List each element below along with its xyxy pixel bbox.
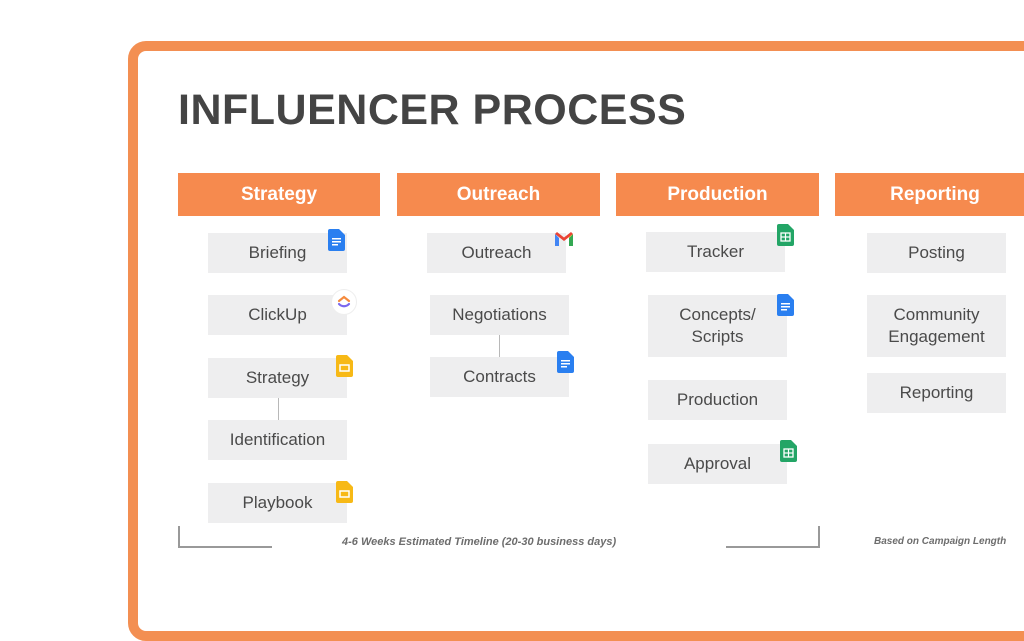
- google-slides-icon: [336, 481, 353, 503]
- step-strategy: Strategy: [208, 358, 347, 398]
- google-docs-icon: [557, 351, 574, 373]
- timeline-note: 4-6 Weeks Estimated Timeline (20-30 busi…: [342, 536, 617, 548]
- timeline-bracket-left: [178, 526, 272, 548]
- column-header-reporting: Reporting: [835, 173, 1024, 216]
- step-contracts: Contracts: [430, 357, 569, 397]
- step-posting: Posting: [867, 233, 1006, 273]
- step-community-engagement: Community Engagement: [867, 295, 1006, 357]
- step-tracker: Tracker: [646, 232, 785, 272]
- connector-line: [499, 335, 500, 357]
- google-sheets-icon: [777, 224, 794, 246]
- column-header-strategy: Strategy: [178, 173, 380, 216]
- connector-line: [278, 398, 279, 420]
- reporting-note: Based on Campaign Length: [874, 536, 1007, 547]
- timeline-bracket-right: [726, 526, 820, 548]
- step-reporting: Reporting: [867, 373, 1006, 413]
- page-title: INFLUENCER PROCESS: [178, 86, 687, 134]
- step-playbook: Playbook: [208, 483, 347, 523]
- google-slides-icon: [336, 355, 353, 377]
- step-briefing: Briefing: [208, 233, 347, 273]
- step-approval: Approval: [648, 444, 787, 484]
- gmail-icon: [555, 232, 573, 246]
- step-outreach: Outreach: [427, 233, 566, 273]
- step-negotiations: Negotiations: [430, 295, 569, 335]
- step-production: Production: [648, 380, 787, 420]
- column-header-outreach: Outreach: [397, 173, 600, 216]
- google-docs-icon: [328, 229, 345, 251]
- step-concepts-scripts: Concepts/ Scripts: [648, 295, 787, 357]
- clickup-icon: [331, 289, 357, 315]
- column-header-production: Production: [616, 173, 819, 216]
- google-docs-icon: [777, 294, 794, 316]
- step-identification: Identification: [208, 420, 347, 460]
- google-sheets-icon: [780, 440, 797, 462]
- step-clickup: ClickUp: [208, 295, 347, 335]
